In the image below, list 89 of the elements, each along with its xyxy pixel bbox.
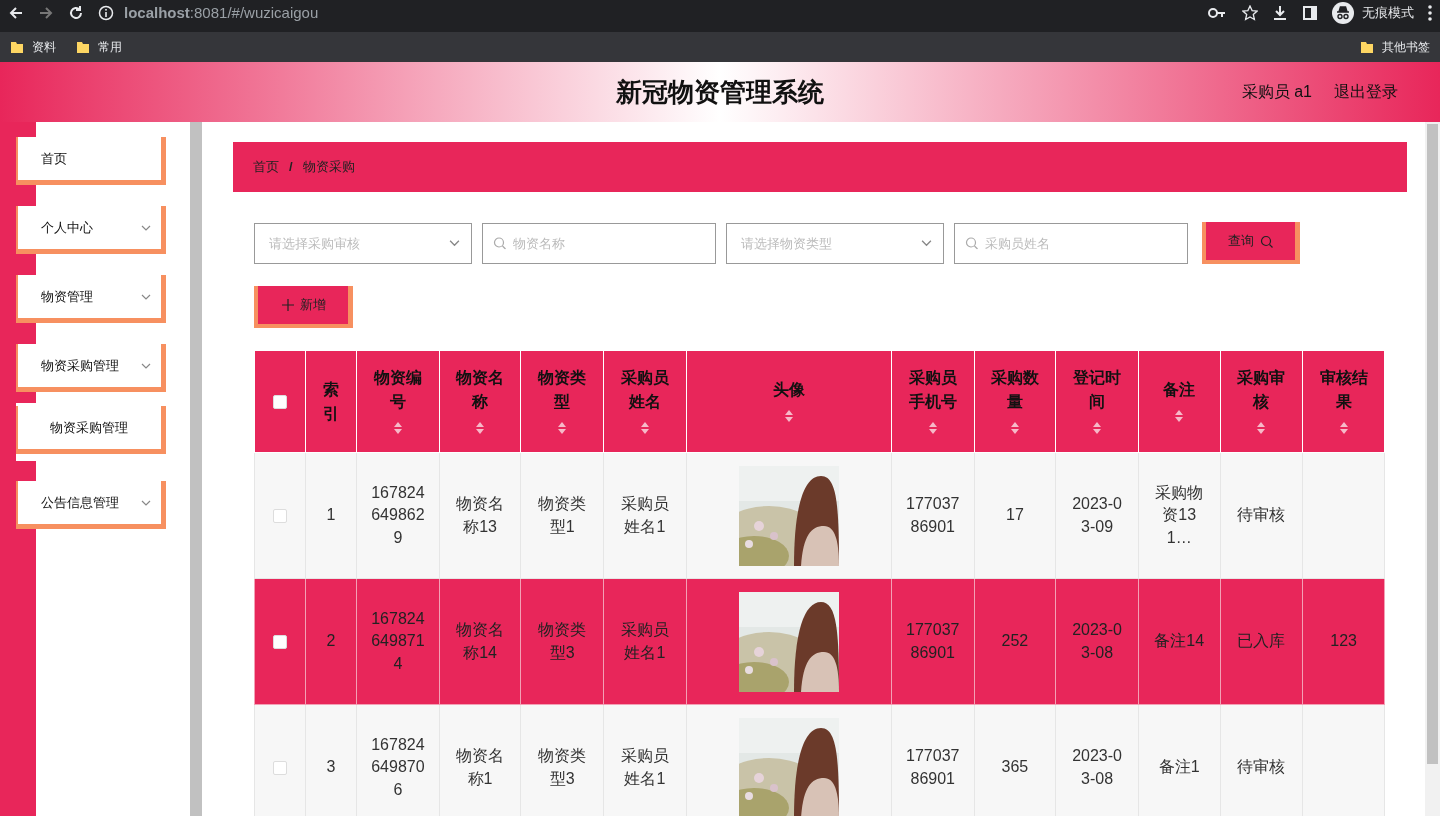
breadcrumb-separator: / — [289, 158, 293, 177]
column-header[interactable]: 备注 — [1148, 377, 1210, 402]
checkbox[interactable] — [273, 635, 287, 650]
profile-label[interactable]: 无痕模式 — [1362, 3, 1414, 23]
sort-icon[interactable] — [475, 421, 486, 434]
table-cell: 1678246498629 — [356, 452, 440, 579]
table-cell: 备注14 — [1138, 578, 1221, 705]
column-header: 索引 — [322, 379, 341, 424]
search-icon — [1260, 234, 1273, 248]
add-button[interactable]: 新增 — [254, 286, 353, 328]
table-cell: 123 — [1302, 578, 1385, 705]
app-title: 新冠物资管理系统 — [616, 75, 824, 109]
back-icon[interactable] — [8, 5, 24, 21]
forward-icon[interactable] — [38, 5, 54, 21]
sidebar-item[interactable]: 物资采购管理 — [16, 344, 166, 392]
table-cell: 采购物资131… — [1138, 452, 1221, 579]
table-cell: 待审核 — [1220, 452, 1303, 579]
table-cell: 252 — [974, 578, 1056, 705]
incognito-icon[interactable] — [1332, 2, 1354, 24]
sort-icon[interactable] — [783, 409, 794, 422]
bookmark-link[interactable]: 其他书签 — [1382, 38, 1430, 56]
sort-icon[interactable] — [392, 421, 403, 434]
folder-icon[interactable] — [10, 40, 24, 54]
side-panel-icon[interactable] — [1302, 5, 1318, 21]
table-row[interactable]: 1 1678246498629 物资名称13 物资类型1 采购员姓名1 17703786901 17 2023-03-09 采购物资131… 待审核 — [254, 452, 1385, 579]
table-cell: 物资名称13 — [439, 452, 521, 579]
table-cell: 已入库 — [1220, 578, 1303, 705]
scrollbar[interactable] — [190, 122, 202, 816]
info-icon[interactable] — [98, 5, 114, 21]
user-label: 采购员 a1 — [1241, 82, 1312, 102]
star-icon[interactable] — [1242, 5, 1258, 21]
table-cell: 1678246498714 — [356, 578, 440, 705]
breadcrumb-item[interactable]: 首页 — [253, 157, 279, 177]
select-field[interactable]: 请选择采购审核 — [254, 222, 472, 264]
folder-icon[interactable] — [1360, 40, 1374, 54]
table-cell: 2023-03-09 — [1055, 452, 1139, 579]
table-cell: 物资名称14 — [439, 578, 521, 705]
table-cell: 采购员姓名1 — [603, 452, 687, 579]
table-row[interactable]: 3 1678246498706 物资名称1 物资类型3 采购员姓名1 17703786901 365 2023-03-08 备注1 待审核 — [254, 704, 1385, 816]
checkbox[interactable] — [273, 395, 287, 410]
sort-icon[interactable] — [1256, 421, 1267, 434]
folder-icon[interactable] — [76, 40, 90, 54]
chevron-icon — [141, 499, 151, 506]
address-bar[interactable]: localhost:8081/#/wuzicaigou — [124, 1, 319, 25]
checkbox[interactable] — [273, 761, 287, 776]
table-cell: 17 — [974, 452, 1056, 579]
sort-icon[interactable] — [557, 421, 568, 434]
checkbox[interactable] — [273, 509, 287, 524]
table-cell: 采购员姓名1 — [603, 578, 687, 705]
search-field[interactable]: 采购员姓名 — [954, 222, 1188, 264]
chevron-icon[interactable] — [449, 239, 460, 247]
query-button[interactable]: 查询 — [1202, 222, 1300, 264]
chevron-icon — [141, 293, 151, 300]
bookmark-link[interactable]: 常用 — [98, 38, 122, 56]
plus-icon — [282, 299, 294, 311]
chevron-icon[interactable] — [921, 239, 932, 247]
sort-icon[interactable] — [1092, 421, 1103, 434]
search-field[interactable]: 物资名称 — [482, 222, 716, 264]
scrollbar[interactable] — [1425, 122, 1440, 816]
table-cell: 17703786901 — [891, 578, 975, 705]
sidebar-item[interactable]: 个人中心 — [16, 206, 166, 254]
sidebar-item[interactable]: 公告信息管理 — [16, 481, 166, 529]
menu-icon[interactable] — [1428, 5, 1432, 21]
sort-icon[interactable] — [1338, 421, 1349, 434]
sort-icon[interactable] — [1009, 421, 1020, 434]
sort-icon[interactable] — [639, 421, 650, 434]
sort-icon[interactable] — [1174, 409, 1185, 422]
sort-icon[interactable] — [927, 421, 938, 434]
sidebar-item[interactable]: 物资采购管理 — [16, 406, 166, 454]
search-icon — [965, 236, 978, 250]
table-cell: 物资类型3 — [520, 578, 604, 705]
chevron-icon — [141, 362, 151, 369]
table-cell: 1 — [305, 452, 357, 579]
reload-icon[interactable] — [68, 5, 84, 21]
table-cell: 2023-03-08 — [1055, 578, 1139, 705]
sidebar-item[interactable]: 首页 — [16, 137, 166, 185]
table-cell: 物资类型1 — [520, 452, 604, 579]
bookmark-link[interactable]: 资料 — [32, 38, 56, 56]
download-icon[interactable] — [1272, 5, 1288, 21]
key-icon[interactable] — [1208, 7, 1226, 19]
search-icon — [493, 236, 506, 250]
select-field[interactable]: 请选择物资类型 — [726, 222, 944, 264]
sidebar-item[interactable]: 物资管理 — [16, 275, 166, 323]
table-cell: 2 — [305, 578, 357, 705]
table-cell: 17703786901 — [891, 452, 975, 579]
chevron-icon — [141, 224, 151, 231]
breadcrumb-item: 物资采购 — [302, 158, 355, 177]
logout-link[interactable]: 退出登录 — [1334, 80, 1398, 104]
table-row[interactable]: 2 1678246498714 物资名称14 物资类型3 采购员姓名1 17703786901 252 2023-03-08 备注14 已入库 123 — [254, 578, 1385, 705]
